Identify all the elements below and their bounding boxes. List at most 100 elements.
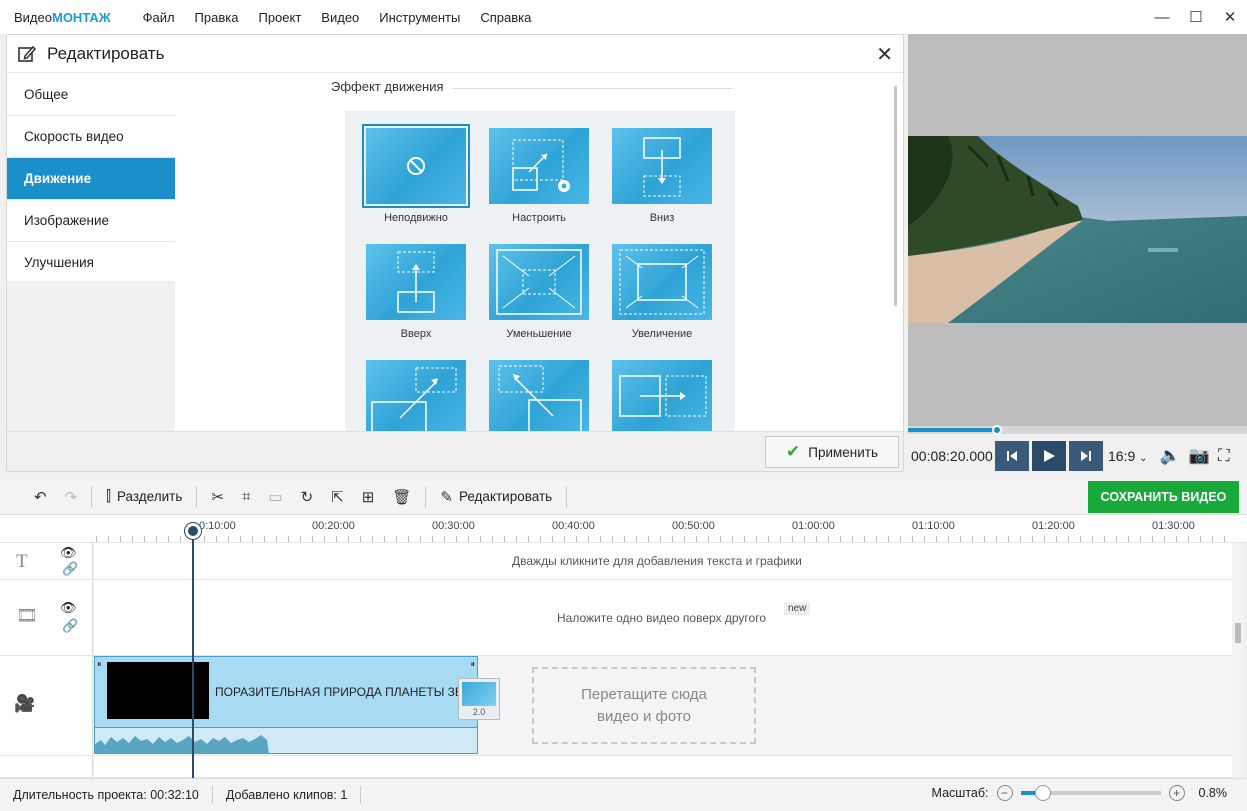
redo-icon[interactable]: ↷ (65, 488, 78, 506)
film-icon: 🎞 (16, 606, 38, 625)
chevron-down-icon: ⌄ (1139, 453, 1148, 464)
menu-edit[interactable]: Правка (185, 10, 249, 25)
project-duration: Длительность проекта: 00:32:10 (0, 786, 213, 804)
audio-track[interactable] (94, 756, 1232, 778)
undo-icon[interactable]: ↶ (34, 488, 47, 506)
menu-project[interactable]: Проект (248, 10, 311, 25)
effect-down[interactable]: Вниз (611, 128, 713, 224)
close-window-button[interactable]: ✕ (1213, 0, 1247, 34)
overlay-track-hint: Наложите одно видео поверх другого (557, 611, 766, 625)
text-track[interactable]: Дважды кликните для добавления текста и … (94, 543, 1232, 580)
link-icon[interactable]: 🔗 (62, 618, 78, 634)
seek-bar[interactable] (908, 425, 1247, 435)
zoom-out-button[interactable]: − (996, 785, 1013, 801)
ruler-label: 0:10:00 (199, 520, 236, 532)
edit-icon (18, 45, 37, 62)
tab-image[interactable]: Изображение (7, 200, 175, 242)
menu-file[interactable]: Файл (133, 10, 185, 25)
eye-icon[interactable]: 👁 (60, 545, 77, 561)
eye-icon[interactable]: 👁 (60, 600, 77, 616)
prev-frame-button[interactable] (995, 441, 1029, 471)
section-divider (453, 88, 733, 89)
effect-right[interactable] (611, 360, 713, 431)
move-up-icon (397, 251, 435, 313)
effect-up[interactable]: Вверх (365, 244, 467, 340)
aspect-ratio-select[interactable]: 16:9 ⌄ (1108, 448, 1148, 464)
app-logo: ВидеоМОНТАЖ (0, 10, 111, 25)
zoom-slider[interactable] (1020, 785, 1161, 801)
zoom-handle[interactable] (1034, 785, 1051, 801)
volume-icon[interactable]: 🔈 (1160, 446, 1181, 466)
effects-grid: Неподвижно Настроить Вниз Вверх Уменьшен… (345, 111, 735, 431)
custom-motion-icon (512, 139, 570, 192)
add-clip-icon[interactable]: ⊞ (362, 488, 375, 506)
video-clip[interactable]: ⏸ ⏸ ПОРАЗИТЕЛЬНАЯ ПРИРОДА ПЛАНЕТЫ ЗЕ (94, 656, 478, 754)
delete-icon[interactable]: 🗑 (392, 488, 411, 506)
fullscreen-icon[interactable]: ⛶ (1218, 446, 1230, 466)
play-button[interactable] (1032, 441, 1066, 471)
tabs-filler (7, 281, 175, 431)
menu-tools[interactable]: Инструменты (369, 10, 470, 25)
effect-zoom-out[interactable]: Уменьшение (488, 244, 590, 340)
no-motion-icon (407, 157, 425, 175)
edit-button[interactable]: ✎ Редактировать (440, 488, 552, 506)
video-frame[interactable] (908, 136, 1247, 323)
fit-icon[interactable]: ▭ (268, 488, 282, 506)
menu-help[interactable]: Справка (470, 10, 541, 25)
tab-speed[interactable]: Скорость видео (7, 116, 175, 158)
effect-static[interactable]: Неподвижно (362, 124, 470, 224)
effects-scrollbar[interactable] (894, 86, 897, 306)
clip-trim-right[interactable]: ⏸ (470, 659, 475, 670)
maximize-button[interactable]: ☐ (1179, 0, 1213, 34)
minimize-button[interactable]: — (1145, 0, 1179, 34)
tab-general[interactable]: Общее (7, 74, 175, 116)
timeline-scrollbar[interactable] (1233, 543, 1243, 778)
close-icon[interactable]: ✕ (876, 42, 893, 67)
new-badge: new (784, 602, 811, 615)
replace-icon[interactable]: ⇱ (331, 488, 344, 506)
apply-label: Применить (808, 444, 878, 460)
link-icon[interactable]: 🔗 (62, 561, 78, 577)
cut-icon[interactable]: ✂ (211, 488, 224, 506)
status-bar: Длительность проекта: 00:32:10 Добавлено… (0, 778, 1247, 811)
playhead-line[interactable] (192, 524, 194, 778)
overlay-track[interactable]: Наложите одно видео поверх другого new (94, 580, 1232, 656)
diagonal-down-icon (498, 365, 582, 431)
clips-count: Добавлено клипов: 1 (213, 786, 362, 804)
skip-forward-icon (1081, 451, 1091, 461)
crop-icon[interactable]: ⌗ (242, 488, 250, 505)
tab-motion[interactable]: Движение (7, 158, 182, 200)
split-button[interactable]: ⫿ Разделить (106, 488, 182, 505)
zoom-in-button[interactable]: + (1168, 785, 1185, 801)
window-controls: — ☐ ✕ (1145, 0, 1247, 34)
edit-header: Редактировать (7, 35, 903, 73)
zoom-control: Масштаб: − + 0.8% (932, 785, 1227, 801)
move-down-icon (643, 137, 681, 197)
transition-duration: 2.0 (472, 707, 486, 717)
tab-enhancements[interactable]: Улучшения (7, 242, 175, 284)
snapshot-icon[interactable]: 📷 (1189, 446, 1210, 466)
transition-thumbnail (462, 682, 496, 706)
ruler-label: 01:10:00 (912, 520, 955, 532)
effect-diagonal-up[interactable] (365, 360, 467, 431)
timeline-scroll-thumb[interactable] (1235, 623, 1241, 643)
clip-title: ПОРАЗИТЕЛЬНАЯ ПРИРОДА ПЛАНЕТЫ ЗЕ (215, 685, 463, 699)
menu-video[interactable]: Видео (311, 10, 369, 25)
seek-progress (908, 428, 996, 432)
play-icon (1044, 450, 1055, 462)
clip-trim-left[interactable]: ⏸ (97, 659, 102, 670)
drop-zone[interactable]: Перетащите сюда видео и фото (532, 667, 756, 744)
aspect-value: 16:9 (1108, 448, 1136, 464)
transition-block[interactable]: 2.0 (458, 678, 500, 720)
overlay-track-head: 🎞 👁 🔗 (0, 580, 93, 656)
next-frame-button[interactable] (1069, 441, 1103, 471)
effect-custom[interactable]: Настроить (488, 128, 590, 224)
text-track-head: T 👁 🔗 (0, 543, 93, 580)
effect-zoom-in[interactable]: Увеличение (611, 244, 713, 340)
playhead-handle[interactable] (185, 523, 201, 539)
video-track-head: 🎥 (0, 656, 93, 756)
rotate-icon[interactable]: ↻ (301, 488, 314, 506)
save-video-button[interactable]: СОХРАНИТЬ ВИДЕО (1088, 481, 1239, 513)
effect-diagonal-down[interactable] (488, 360, 590, 431)
apply-button[interactable]: ✔ Применить (765, 436, 899, 468)
